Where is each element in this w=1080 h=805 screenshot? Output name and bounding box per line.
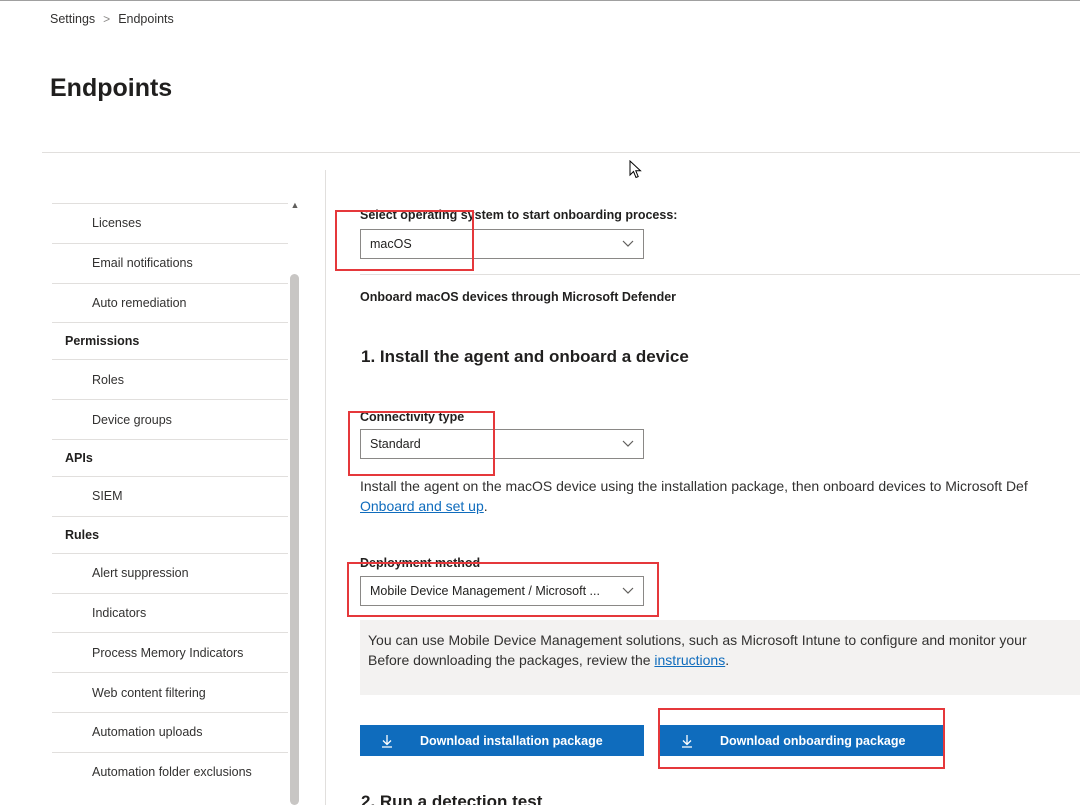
- sidebar-item-label: Web content filtering: [92, 685, 206, 700]
- download-installation-package-label: Download installation package: [420, 733, 603, 748]
- deployment-method-value: Mobile Device Management / Microsoft ...: [370, 584, 600, 598]
- info-line-2: Before downloading the packages, review …: [368, 652, 655, 668]
- scroll-up-arrow-icon[interactable]: ▲: [290, 200, 300, 210]
- mouse-pointer-icon: [629, 160, 642, 179]
- sidebar-item-label: SIEM: [92, 489, 123, 504]
- sidebar-item-label: Auto remediation: [92, 295, 187, 310]
- page-title: Endpoints: [50, 74, 173, 102]
- settings-sidebar: Licenses Email notifications Auto remedi…: [52, 203, 288, 792]
- download-icon: [382, 734, 392, 748]
- sidebar-item-automation-uploads[interactable]: Automation uploads: [52, 711, 288, 752]
- mdm-info-box: You can use Mobile Device Management sol…: [360, 620, 1080, 695]
- chevron-down-icon: [622, 440, 634, 447]
- sidebar-item-label: Email notifications: [92, 256, 193, 271]
- breadcrumb-current: Endpoints: [118, 12, 174, 26]
- onboarding-description: Onboard macOS devices through Microsoft …: [360, 290, 677, 304]
- deployment-method-select[interactable]: Mobile Device Management / Microsoft ...: [360, 576, 644, 606]
- download-onboarding-package-button[interactable]: Download onboarding package: [660, 725, 943, 756]
- sidebar-item-auto-remediation[interactable]: Auto remediation: [52, 282, 288, 323]
- install-link-suffix: .: [483, 498, 488, 514]
- deployment-method-label: Deployment method: [360, 556, 481, 570]
- sidebar-item-label: Automation uploads: [92, 725, 203, 740]
- sidebar-group-permissions: Permissions: [52, 322, 288, 359]
- breadcrumb: Settings > Endpoints: [50, 12, 174, 26]
- sidebar-divider: [325, 170, 326, 805]
- sidebar-item-label: Device groups: [92, 412, 172, 427]
- sidebar-scrollbar-thumb[interactable]: [290, 274, 299, 805]
- os-select-label: Select operating system to start onboard…: [360, 208, 678, 222]
- sidebar-item-indicators[interactable]: Indicators: [52, 592, 288, 633]
- chevron-right-icon: >: [103, 12, 111, 26]
- chevron-down-icon: [622, 240, 634, 247]
- info-line-1: You can use Mobile Device Management sol…: [368, 632, 1027, 648]
- download-icon: [682, 734, 692, 748]
- download-installation-package-button[interactable]: Download installation package: [360, 725, 644, 756]
- sidebar-item-web-content-filtering[interactable]: Web content filtering: [52, 672, 288, 712]
- sidebar-item-licenses[interactable]: Licenses: [52, 203, 288, 243]
- top-border: [0, 0, 1080, 1]
- os-select[interactable]: macOS: [360, 229, 644, 259]
- sidebar-item-process-memory-indicators[interactable]: Process Memory Indicators: [52, 632, 288, 672]
- sidebar-item-siem[interactable]: SIEM: [52, 475, 288, 516]
- connectivity-type-select[interactable]: Standard: [360, 429, 644, 459]
- section-divider: [360, 274, 1080, 275]
- sidebar-item-label: Roles: [92, 372, 124, 387]
- step1-heading: 1. Install the agent and onboard a devic…: [361, 347, 689, 366]
- breadcrumb-settings-link[interactable]: Settings: [50, 12, 95, 26]
- info-line-2-suffix: .: [725, 652, 730, 668]
- sidebar-item-label: Alert suppression: [92, 566, 189, 581]
- download-onboarding-package-label: Download onboarding package: [720, 733, 906, 748]
- sidebar-group-rules: Rules: [52, 515, 288, 553]
- sidebar-item-label: Indicators: [92, 605, 147, 620]
- sidebar-item-email-notifications[interactable]: Email notifications: [52, 242, 288, 283]
- sidebar-group-apis: APIs: [52, 438, 288, 476]
- chevron-down-icon: [622, 587, 634, 594]
- connectivity-type-label: Connectivity type: [360, 410, 465, 424]
- sidebar-item-label: Licenses: [92, 216, 142, 231]
- instructions-link[interactable]: instructions: [654, 652, 725, 668]
- connectivity-type-value: Standard: [370, 437, 421, 451]
- install-text: Install the agent on the macOS device us…: [360, 478, 1028, 494]
- sidebar-item-label: Automation folder exclusions: [92, 765, 252, 780]
- sidebar-item-roles[interactable]: Roles: [52, 359, 288, 399]
- sidebar-item-automation-folder-exclusions[interactable]: Automation folder exclusions: [52, 751, 288, 792]
- sidebar-item-alert-suppression[interactable]: Alert suppression: [52, 552, 288, 593]
- header-divider: [42, 152, 1080, 153]
- onboard-and-set-up-link[interactable]: Onboard and set up: [360, 498, 484, 514]
- step2-heading: 2. Run a detection test: [361, 792, 543, 805]
- os-select-value: macOS: [370, 237, 412, 251]
- sidebar-item-label: Process Memory Indicators: [92, 645, 244, 660]
- sidebar-item-device-groups[interactable]: Device groups: [52, 399, 288, 439]
- install-instructions: Install the agent on the macOS device us…: [360, 476, 1080, 516]
